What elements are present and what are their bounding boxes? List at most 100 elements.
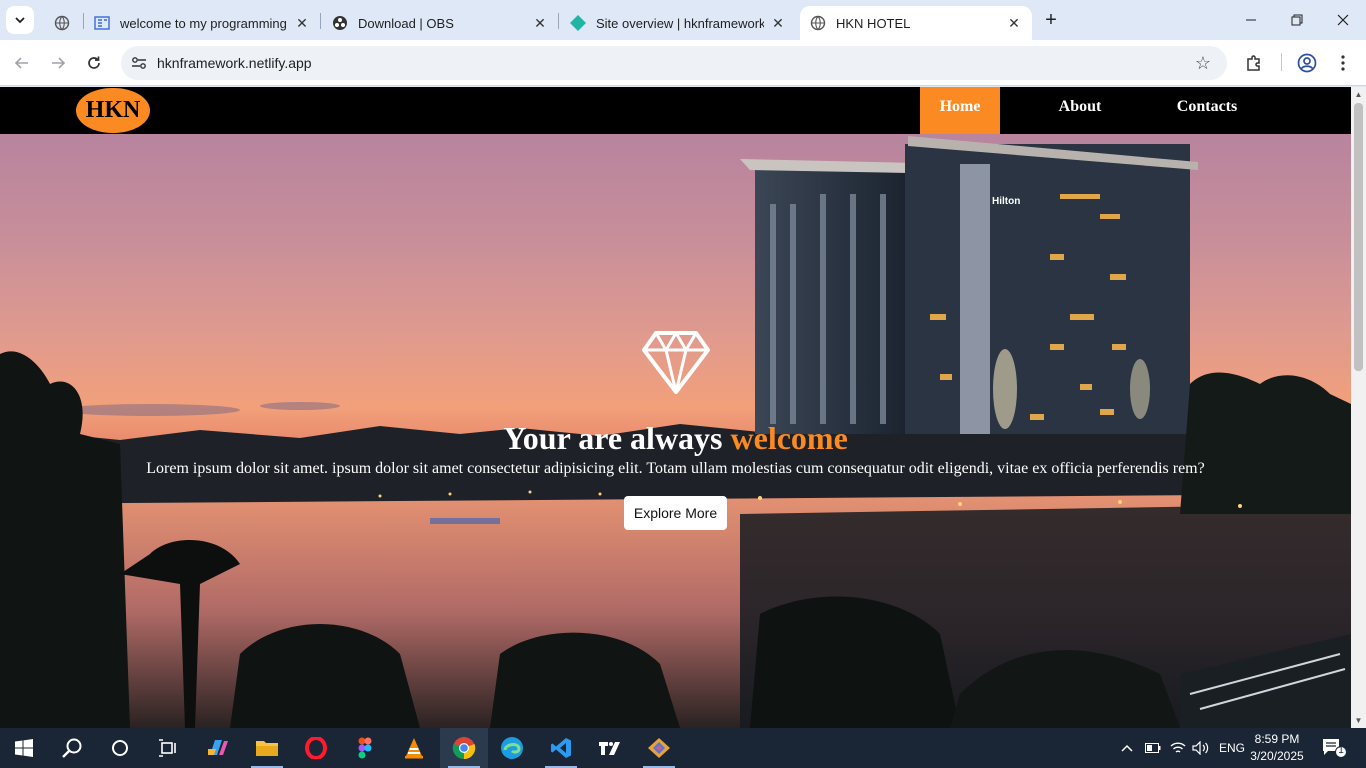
clock-date: 3/20/2025: [1250, 749, 1304, 763]
volume-indicator[interactable]: [1192, 728, 1210, 768]
browser-toolbar: hknframework.netlify.app ☆: [0, 40, 1366, 86]
tab-search-button[interactable]: [6, 6, 34, 34]
task-view-button[interactable]: [144, 728, 192, 768]
reload-button[interactable]: [82, 51, 106, 75]
tab-obs[interactable]: Download | OBS ✕: [322, 6, 558, 40]
minimize-button[interactable]: [1228, 0, 1274, 40]
taskbar-figma[interactable]: [341, 728, 389, 768]
taskbar-vlc[interactable]: [390, 728, 438, 768]
url-text: hknframework.netlify.app: [157, 55, 312, 71]
forward-button[interactable]: [46, 51, 70, 75]
network-indicator[interactable]: [1170, 728, 1186, 768]
tab-welcome[interactable]: welcome to my programming w ✕: [84, 6, 320, 40]
headline-text: Your are always: [503, 420, 723, 456]
cortana-icon: [112, 740, 128, 756]
start-button[interactable]: [0, 728, 48, 768]
close-icon[interactable]: ✕: [294, 15, 310, 31]
hero-section: Hilton Your are always welcome Lorem ips…: [0, 134, 1351, 728]
taskbar-app[interactable]: [635, 728, 683, 768]
vlc-icon: [405, 738, 423, 759]
taskbar-clock[interactable]: 8:59 PM 3/20/2025: [1242, 731, 1312, 765]
restore-button[interactable]: [1274, 0, 1320, 40]
netlify-icon: [570, 15, 586, 31]
close-icon[interactable]: ✕: [1006, 15, 1022, 31]
arrow-right-icon: [52, 57, 66, 69]
tab-title: Site overview | hknframework | N: [596, 15, 764, 31]
taskbar-file-explorer[interactable]: [243, 728, 291, 768]
tab-netlify[interactable]: Site overview | hknframework | N ✕: [560, 6, 796, 40]
chevron-down-icon: [15, 17, 25, 24]
windows-logo-icon: [15, 739, 33, 757]
close-icon: [1337, 14, 1349, 26]
new-tab-button[interactable]: +: [1040, 9, 1062, 31]
address-bar[interactable]: hknframework.netlify.app ☆: [121, 46, 1227, 80]
cortana-button[interactable]: [96, 728, 144, 768]
taskbar-tradingview[interactable]: [586, 728, 634, 768]
chevron-up-icon: [1121, 744, 1133, 752]
web-icon: [94, 15, 110, 31]
profile-icon: [1297, 53, 1317, 73]
back-button[interactable]: [10, 51, 34, 75]
chrome-icon: [452, 737, 476, 760]
restore-icon: [1291, 14, 1303, 26]
figma-icon: [358, 737, 372, 759]
hero-headline: Your are always welcome: [0, 420, 1351, 456]
site-navbar: HKN Home About Contacts: [0, 87, 1351, 134]
scroll-down-arrow[interactable]: ▼: [1354, 716, 1363, 725]
diamond-icon: [641, 331, 710, 394]
tab-pinned[interactable]: [44, 6, 84, 40]
menu-button[interactable]: [1332, 52, 1354, 74]
explore-more-button[interactable]: Explore More: [623, 496, 728, 530]
tab-title: Download | OBS: [358, 15, 454, 31]
site-logo[interactable]: HKN: [76, 88, 150, 133]
taskbar-edge[interactable]: [488, 728, 536, 768]
puzzle-icon: [1247, 55, 1260, 71]
task-view-icon: [159, 739, 176, 757]
battery-indicator[interactable]: [1145, 728, 1161, 768]
minimize-icon: [1246, 19, 1256, 21]
page-scrollbar[interactable]: ▲ ▼: [1351, 87, 1366, 728]
site-settings-icon[interactable]: [129, 53, 149, 73]
tab-hkn-hotel[interactable]: HKN HOTEL ✕: [800, 6, 1032, 40]
vscode-icon: [551, 738, 571, 758]
windows-taskbar: ENG 8:59 PM 3/20/2025 1: [0, 728, 1366, 768]
bookmark-star-icon[interactable]: ☆: [1193, 53, 1213, 73]
scroll-up-arrow[interactable]: ▲: [1354, 90, 1363, 99]
globe-icon: [810, 15, 826, 31]
nav-home[interactable]: Home: [920, 87, 1000, 134]
opera-icon: [305, 737, 327, 759]
app-icon: [648, 738, 670, 758]
copilot-icon: [208, 740, 228, 755]
search-button[interactable]: [48, 728, 96, 768]
tradingview-icon: [599, 742, 620, 755]
folder-icon: [256, 741, 278, 756]
nav-contacts[interactable]: Contacts: [1160, 87, 1254, 134]
close-window-button[interactable]: [1320, 0, 1366, 40]
obs-icon: [332, 15, 348, 31]
taskbar-chrome[interactable]: [440, 728, 488, 768]
close-icon[interactable]: ✕: [532, 15, 548, 31]
clock-time: 8:59 PM: [1254, 732, 1300, 746]
wifi-icon: [1170, 742, 1186, 753]
extensions-button[interactable]: [1243, 52, 1265, 74]
arrow-left-icon: [14, 57, 28, 69]
close-icon[interactable]: ✕: [770, 15, 786, 31]
battery-icon: [1145, 743, 1161, 753]
taskbar-copilot[interactable]: [194, 728, 242, 768]
tab-title: welcome to my programming w: [120, 15, 288, 31]
taskbar-opera[interactable]: [292, 728, 340, 768]
browser-tab-strip: welcome to my programming w ✕ Download |…: [0, 0, 1366, 40]
hero-subtext: Lorem ipsum dolor sit amet. ipsum dolor …: [146, 460, 1205, 477]
notification-center-button[interactable]: 1: [1322, 737, 1347, 759]
notification-count: 1: [1338, 745, 1344, 756]
taskbar-vscode[interactable]: [537, 728, 585, 768]
show-hidden-icons[interactable]: [1120, 728, 1134, 768]
nav-about[interactable]: About: [1040, 87, 1120, 134]
speaker-icon: [1192, 741, 1209, 755]
globe-icon: [54, 15, 70, 31]
profile-button[interactable]: [1296, 52, 1318, 74]
headline-accent: welcome: [730, 420, 848, 456]
hero-content: Your are always welcome Lorem ipsum dolo…: [0, 330, 1351, 530]
scrollbar-thumb[interactable]: [1354, 103, 1363, 371]
kebab-menu-icon: [1341, 55, 1345, 71]
